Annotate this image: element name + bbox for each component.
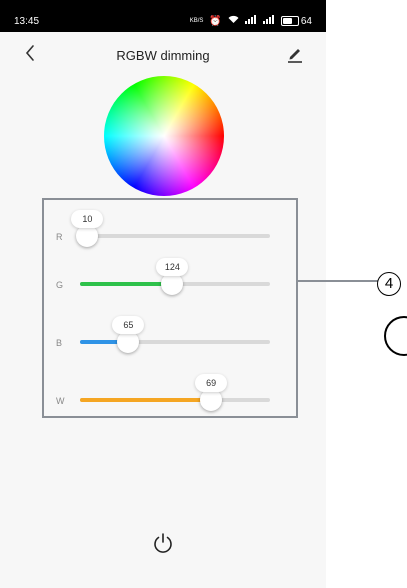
header: RGBW dimming: [0, 40, 326, 70]
color-wheel[interactable]: [104, 76, 224, 196]
callout-circle-partial: [384, 316, 407, 356]
callout-number: 4: [377, 266, 407, 296]
status-icons: KB/S ⏰ 64: [190, 15, 312, 27]
signal-icon: [244, 15, 257, 27]
network-speed-icon: KB/S: [189, 18, 204, 24]
battery-level: 64: [300, 15, 312, 27]
sliders-highlight-box: [42, 198, 298, 418]
status-time: 13:45: [14, 16, 40, 27]
signal-icon-2: [262, 15, 275, 27]
page-title: RGBW dimming: [116, 48, 210, 63]
battery-icon: 64: [280, 15, 312, 27]
pencil-icon: [288, 49, 302, 63]
power-button[interactable]: [150, 530, 176, 556]
status-bar: 13:45 KB/S ⏰ 64: [0, 0, 326, 32]
wifi-icon: [228, 15, 239, 27]
edit-button[interactable]: [285, 43, 305, 65]
alarm-icon: ⏰: [209, 15, 222, 27]
power-icon: [154, 533, 172, 553]
callout-connector-line: [298, 280, 378, 282]
